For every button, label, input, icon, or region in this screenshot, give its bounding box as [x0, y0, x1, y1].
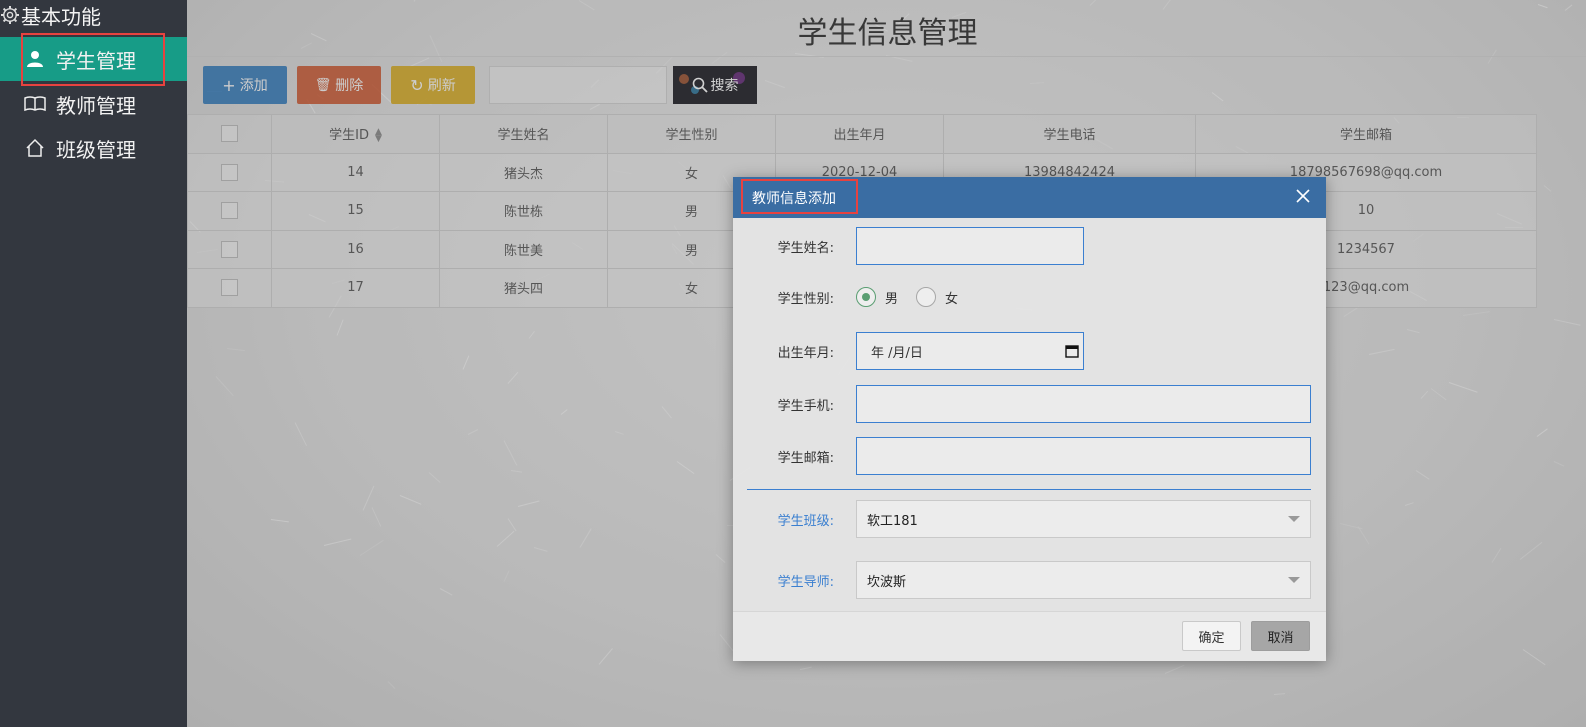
gender-label: 学生性别: [777, 291, 834, 307]
gender-row: 学生性别: 男 女 [733, 287, 976, 307]
tutor-label: 学生导师: [777, 574, 834, 590]
radio-label: 男 [885, 291, 899, 307]
tutor-row: 学生导师: 坎波斯 [733, 561, 1311, 599]
gender-radio-female[interactable]: 女 [916, 287, 958, 307]
phone-label: 学生手机: [777, 398, 834, 414]
tutor-select[interactable]: 坎波斯 [856, 561, 1311, 599]
radio-button[interactable] [856, 287, 876, 307]
sidebar: 基本功能 学生管理 教师管理 班级管理 [0, 0, 187, 727]
home-icon [24, 137, 46, 159]
name-label: 学生姓名: [777, 240, 834, 256]
birth-date-input[interactable]: 年 /月/日 [856, 332, 1084, 370]
date-placeholder: 年 /月/日 [871, 345, 923, 361]
sidebar-item-label: 班级管理 [56, 137, 136, 162]
sidebar-section-label: 基本功能 [21, 4, 101, 29]
email-input[interactable] [856, 437, 1311, 475]
sidebar-item-label: 学生管理 [56, 48, 136, 73]
radio-label: 女 [945, 291, 959, 307]
birth-row: 出生年月: 年 /月/日 [733, 332, 1084, 370]
phone-row: 学生手机: [733, 385, 1311, 423]
radio-button[interactable] [916, 287, 937, 307]
dialog-header: 教师信息添加 [733, 177, 1326, 218]
chevron-down-icon [1288, 516, 1300, 522]
gender-radio-male[interactable]: 男 [856, 287, 898, 307]
name-row: 学生姓名: [733, 227, 1084, 265]
sidebar-item-class[interactable]: 班级管理 [0, 126, 187, 170]
gear-icon [1, 6, 19, 24]
class-selected-value: 软工181 [867, 513, 918, 529]
email-row: 学生邮箱: [733, 437, 1311, 475]
email-label: 学生邮箱: [777, 450, 834, 466]
dialog-title: 教师信息添加 [752, 190, 836, 207]
book-icon [24, 93, 46, 115]
sidebar-item-student[interactable]: 学生管理 [0, 37, 187, 81]
tutor-selected-value: 坎波斯 [867, 574, 907, 590]
name-input[interactable] [856, 227, 1084, 265]
form-divider [747, 489, 1311, 490]
sidebar-item-label: 教师管理 [56, 93, 136, 118]
close-icon[interactable] [1294, 187, 1312, 205]
dialog-footer: 确定 取消 [733, 611, 1326, 661]
class-row: 学生班级: 软工181 [733, 500, 1311, 538]
chevron-down-icon [1288, 577, 1300, 583]
class-label: 学生班级: [777, 513, 834, 529]
class-select[interactable]: 软工181 [856, 500, 1311, 538]
confirm-button[interactable]: 确定 [1182, 621, 1241, 651]
phone-input[interactable] [856, 385, 1311, 423]
cancel-button[interactable]: 取消 [1251, 621, 1310, 651]
calendar-icon[interactable] [1065, 344, 1079, 358]
add-dialog: 教师信息添加 学生姓名: 学生性别: 男 女 出生年月: 年 /月/日 学生手机… [733, 177, 1326, 661]
sidebar-item-teacher[interactable]: 教师管理 [0, 82, 187, 126]
user-icon [24, 48, 46, 70]
birth-label: 出生年月: [777, 345, 834, 361]
sidebar-section-title: 基本功能 [0, 2, 101, 29]
